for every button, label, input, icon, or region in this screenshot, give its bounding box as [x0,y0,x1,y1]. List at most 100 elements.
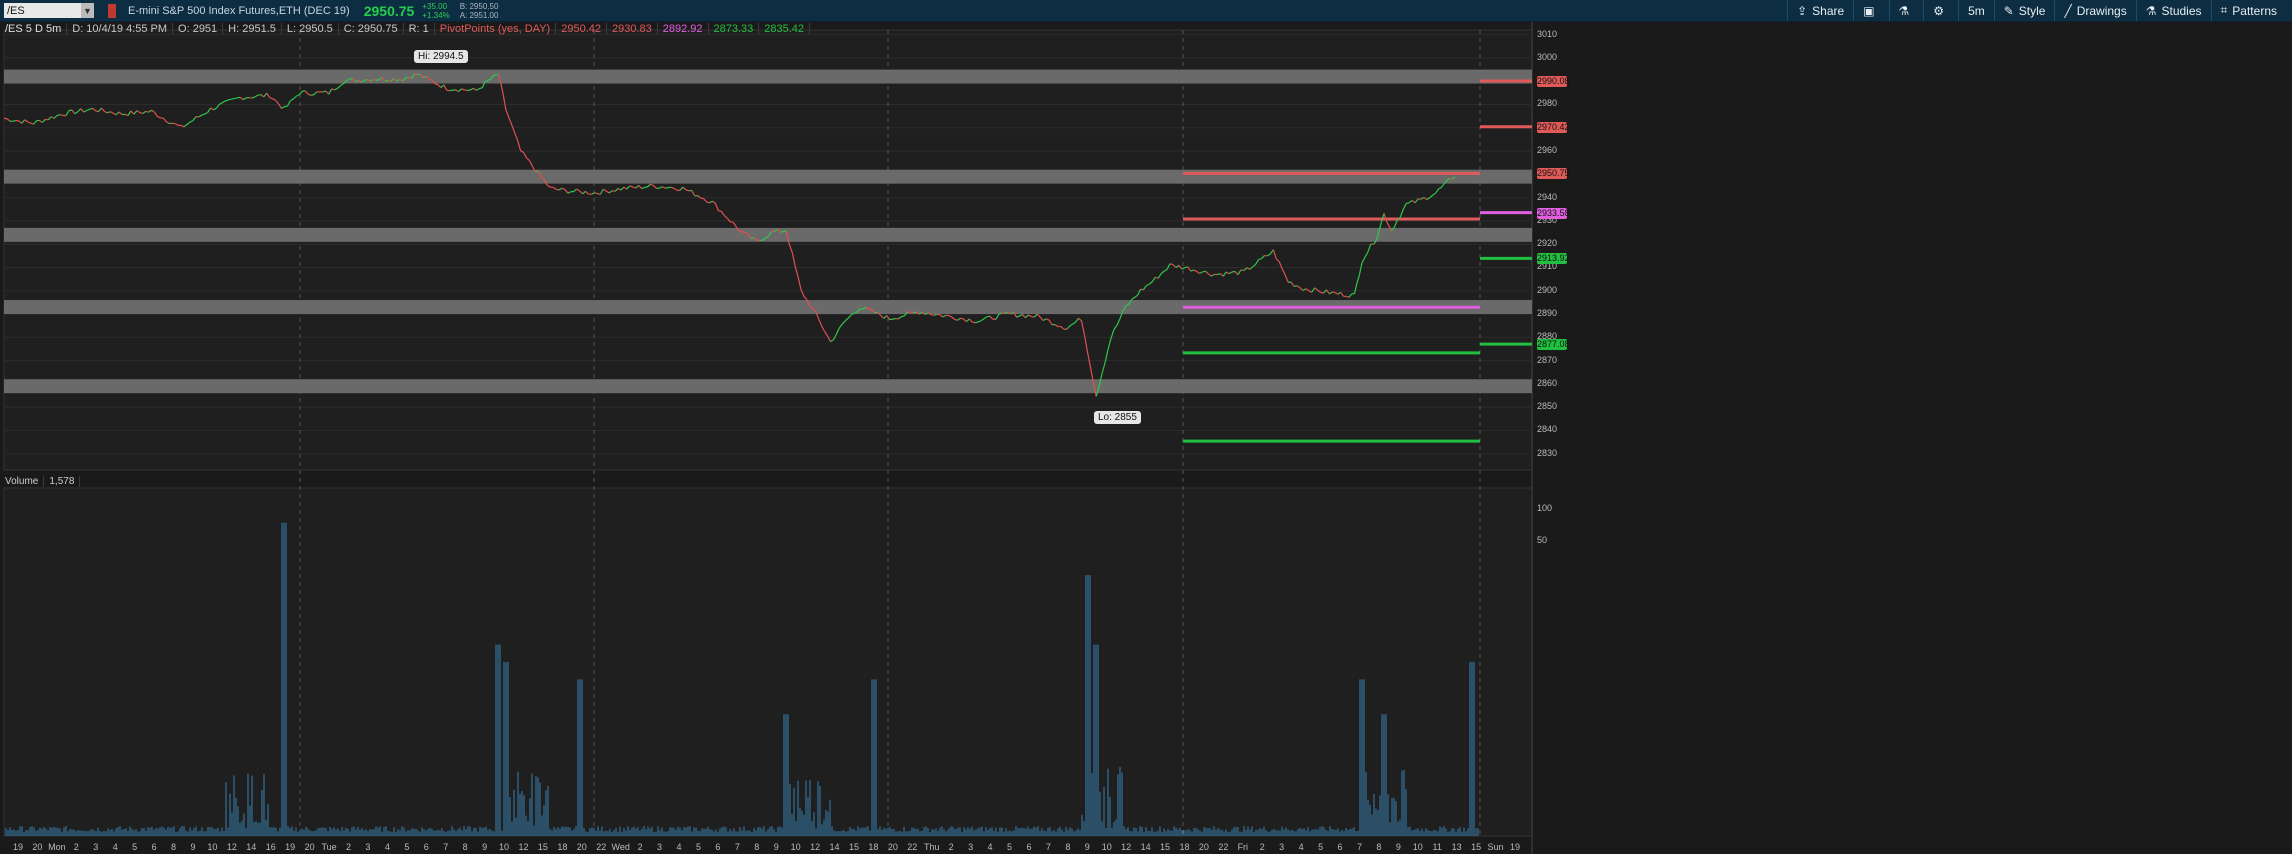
x-tick-label: 2 [1259,842,1265,852]
x-tick-label: 7 [1045,842,1051,852]
x-tick-label: 4 [987,842,993,852]
pivot-value: 2835.42 [759,23,811,35]
support-resistance-zone [4,69,1532,84]
pivot-price-tag: 2913.92 [1537,253,1570,265]
bar-low: L: 2950.5 [282,23,339,35]
volume-tick-label: 100 [1537,503,1553,513]
y-tick-label: 2840 [1537,424,1558,435]
pivot-price-tag: 2970.42 [1537,121,1570,133]
x-tick-label: 19 [1509,842,1521,852]
x-tick-label: 14 [1140,842,1151,852]
price-candle [284,105,288,108]
y-tick-label: 2850 [1537,401,1558,412]
x-tick-label: 15 [537,842,548,852]
x-tick-label: 8 [1376,842,1382,852]
x-tick-label: 2 [637,842,643,852]
price-candle [632,186,636,189]
x-tick-label: 5 [695,842,701,852]
volume-header: Volume 1,578 [0,475,81,487]
price-candle [930,313,935,316]
volume-value: 1,578 [44,475,81,487]
x-tick-label: 5 [132,842,138,852]
price-panel [3,29,1533,471]
x-tick-label: 3 [93,842,99,852]
price-candle [231,97,235,100]
pivot-price-tag: 2877.08 [1537,339,1570,351]
price-candle [1449,177,1453,180]
price-candle [644,186,648,189]
bar-open: O: 2951 [173,23,224,35]
x-tick-label: 6 [715,842,721,852]
x-tick-label: 12 [810,842,821,852]
price-candle [975,321,979,324]
low-label: Lo: 2855 [1094,411,1141,424]
x-tick-label: 3 [968,842,974,852]
x-tick-label: 4 [112,842,118,852]
price-candle [59,114,64,117]
x-tick-label: Mon [48,842,66,852]
x-tick-label: 6 [151,842,157,852]
price-candle [310,94,315,96]
price-chart[interactable] [0,0,2292,854]
x-tick-label: 2 [73,842,79,852]
x-tick-label: 5 [404,842,410,852]
price-candle [1184,266,1188,269]
price-candle [700,197,704,200]
pivot-price-tag: 2933.58 [1537,207,1570,219]
x-tick-label: 2 [948,842,954,852]
y-tick-label: 2830 [1537,447,1558,458]
x-tick-label: 22 [1218,842,1229,852]
x-tick-label: 22 [596,842,607,852]
x-tick-label: Fri [1237,842,1249,852]
price-candle [1031,315,1035,318]
x-tick-label: Wed [611,842,630,852]
x-tick-label: 6 [423,842,429,852]
price-candle [387,80,391,83]
x-tick-label: 10 [1412,842,1423,852]
x-tick-label: 3 [657,842,663,852]
price-candle [228,98,232,101]
x-tick-label: 4 [1298,842,1304,852]
bar-date: D: 10/4/19 4:55 PM [67,23,174,35]
y-tick-label: 2900 [1537,284,1558,295]
price-candle [414,73,418,76]
price-candle [892,318,896,320]
x-tick-label: 10 [499,842,510,852]
pivot-study-label[interactable]: PivotPoints (yes, DAY) [435,23,557,35]
x-tick-label: 19 [12,842,24,852]
info-bar: /ES 5 D 5m D: 10/4/19 4:55 PM O: 2951 H:… [0,22,2292,36]
x-tick-label: 20 [1198,842,1209,852]
x-tick-label: 4 [676,842,682,852]
price-candle [1231,270,1236,273]
x-tick-label: 20 [887,842,898,852]
price-candle [901,315,905,318]
x-tick-label: 7 [443,842,449,852]
x-tick-label: Tue [321,842,337,852]
price-candle [237,96,241,99]
volume-panel [3,487,1533,837]
x-tick-label: 12 [1121,842,1132,852]
price-candle [780,230,784,233]
x-tick-label: 5 [1318,842,1324,852]
price-candle [1217,273,1221,276]
y-tick-label: 2980 [1537,98,1558,109]
x-tick-label: 3 [1279,842,1285,852]
price-candle [57,114,61,116]
price-candle [741,231,746,234]
y-tick-label: 2860 [1537,377,1558,388]
x-tick-label: 8 [171,842,177,852]
last-price-tag: 2950.75 [1537,167,1570,179]
price-candle [555,188,560,191]
x-tick-label: 4 [384,842,390,852]
bar-close: C: 2950.75 [339,23,404,35]
price-candle [665,187,669,189]
x-tick-label: 9 [773,842,779,852]
x-tick-label: 9 [190,842,196,852]
x-tick-label: 9 [1395,842,1401,852]
x-tick-label: 14 [246,842,257,852]
y-tick-label: 2940 [1537,191,1558,202]
x-tick-label: 8 [1065,842,1071,852]
pivot-value: 2873.33 [709,23,760,35]
x-tick-label: 15 [1471,842,1482,852]
x-tick-label: 20 [304,842,315,852]
